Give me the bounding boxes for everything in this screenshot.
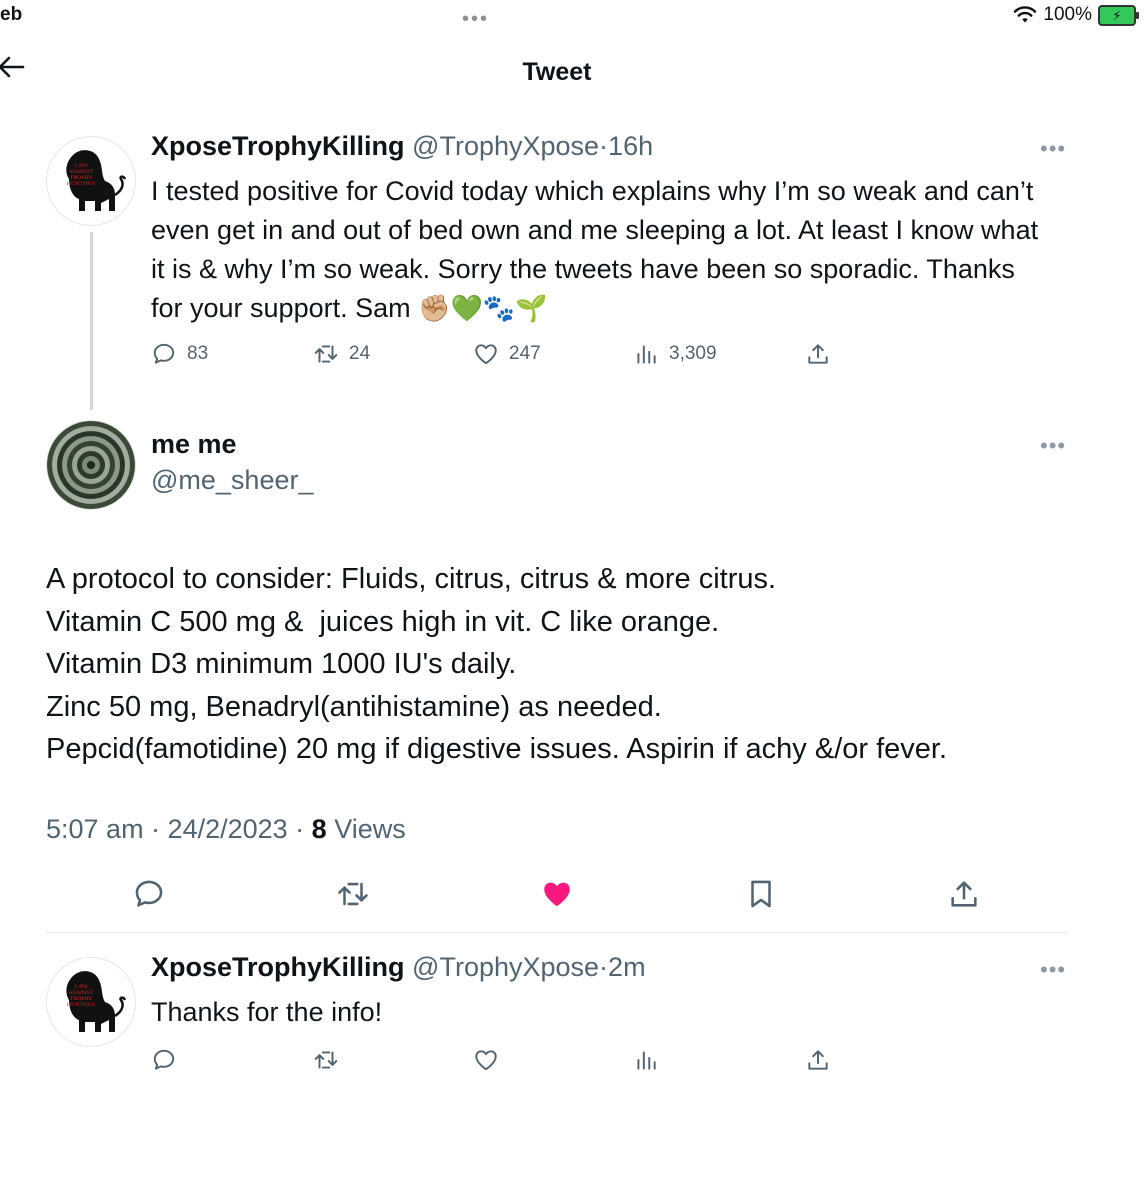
bookmark-icon [751,880,771,908]
lion-logo-icon: I AM AGAINST TROPHY HUNTING! [66,150,127,211]
lion-logo-icon: I AM AGAINST TROPHY HUNTING! [66,971,127,1032]
tweet-time[interactable]: 16h [608,131,653,161]
page-title: Tweet [522,58,592,86]
avatar-xposetrophykilling[interactable]: I AM AGAINST TROPHY HUNTING! [46,957,136,1047]
share-icon [951,881,977,907]
separator-dot: · [599,131,609,161]
tweet-body: I tested positive for Covid today which … [151,176,1039,323]
reply-icon [153,343,175,364]
avatar-me-me[interactable] [46,420,136,510]
avatar-xposetrophykilling[interactable]: I AM AGAINST TROPHY HUNTING! [46,136,136,226]
multitasking-dots-icon[interactable]: ••• [462,8,489,31]
heart-icon [475,1050,497,1071]
reply-icon [135,880,163,907]
reply-tweet-text: Thanks for the info! [151,997,383,1027]
main-retweet-button[interactable] [336,877,370,911]
share-icon [808,344,828,364]
retweet-icon [314,345,338,363]
retweet-count: 24 [349,343,371,364]
share-button[interactable] [805,1047,831,1073]
logo-text-line: HUNTING! [67,181,96,187]
status-bar-right: 100% ⚡ [1013,4,1139,26]
like-count: 247 [509,343,541,364]
heart-icon [475,344,497,365]
more-options-icon[interactable]: ••• [1040,136,1066,162]
battery-icon: ⚡ [1098,4,1139,26]
retweet-icon [314,1051,338,1069]
logo-text-line: HUNTING! [67,1002,96,1008]
tweet-time[interactable]: 2m [608,952,646,982]
reply-button[interactable]: 83 [151,341,208,367]
main-author-handle[interactable]: @me_sheer_ [151,465,314,496]
divider [46,932,1068,933]
tweet-emojis: ✊🏼💚🐾🌱 [418,293,548,323]
heart-filled-icon [544,882,570,907]
battery-percent: 100% [1043,4,1092,25]
views-button[interactable]: 3,309 [633,341,717,367]
thread-connector-line [90,232,93,410]
separator-dot: · [599,952,609,982]
views-count: 3,309 [669,343,717,364]
reply-count: 83 [187,343,209,364]
status-bar-left-text: eb [0,4,23,25]
main-tweet-text: A protocol to consider: Fluids, citrus, … [46,563,948,765]
main-author-name[interactable]: me me [151,429,237,460]
views-label: Views [326,814,406,844]
views-button[interactable] [633,1047,659,1073]
main-like-button[interactable] [540,877,574,911]
share-icon [808,1050,828,1070]
like-button[interactable] [473,1047,499,1073]
parent-tweet-text: I tested positive for Covid today which … [151,172,1051,328]
reply-tweet-author-line: XposeTrophyKilling @TrophyXpose·2m [151,952,646,983]
analytics-icon [637,1051,656,1070]
retweet-button[interactable]: 24 [313,341,370,367]
wifi-icon [1014,6,1037,23]
author-name[interactable]: XposeTrophyKilling [151,952,405,982]
main-share-button[interactable] [947,877,981,911]
like-button[interactable]: 247 [473,341,541,367]
views-number: 8 [311,814,327,844]
tweet-meta: 5:07 am · 24/2/2023 · 8 Views [46,814,406,845]
analytics-icon [637,345,656,364]
reply-icon [153,1049,175,1070]
share-button[interactable] [805,341,831,367]
retweet-button[interactable] [313,1047,339,1073]
parent-tweet-author-line: XposeTrophyKilling @TrophyXpose·16h [151,131,653,162]
reply-button[interactable] [151,1047,177,1073]
author-name[interactable]: XposeTrophyKilling [151,131,405,161]
author-handle[interactable]: @TrophyXpose [412,952,599,982]
more-options-icon[interactable]: ••• [1040,957,1066,983]
author-handle[interactable]: @TrophyXpose [412,131,599,161]
more-options-icon[interactable]: ••• [1040,433,1066,459]
main-reply-button[interactable] [132,877,166,911]
retweet-icon [338,882,368,906]
main-bookmark-button[interactable] [744,877,778,911]
tweet-timestamp[interactable]: 5:07 am · 24/2/2023 · [46,814,312,844]
